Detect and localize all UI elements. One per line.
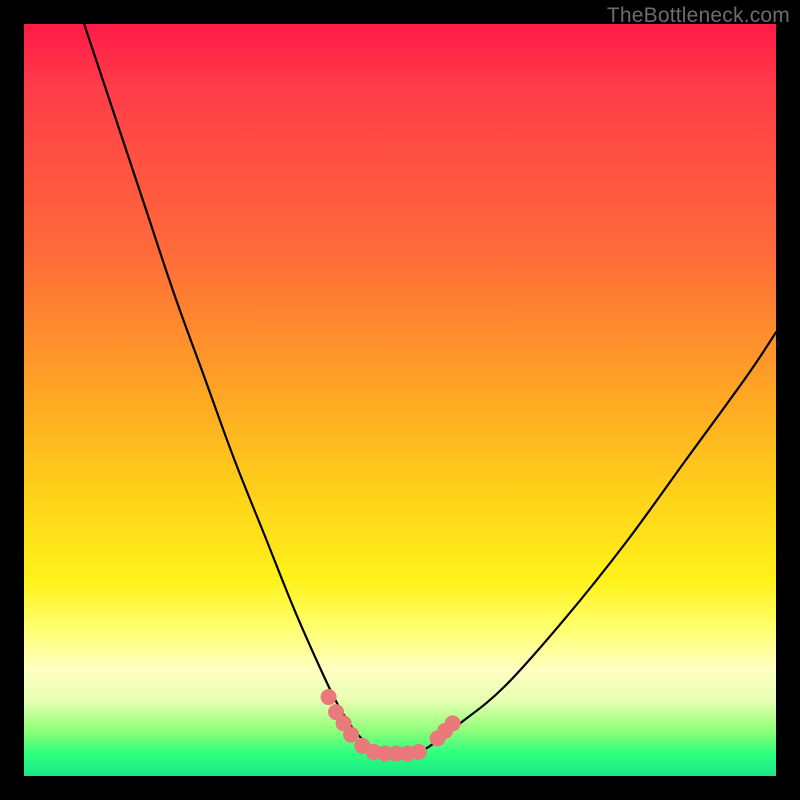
data-marker [445, 715, 461, 731]
chart-frame: TheBottleneck.com [0, 0, 800, 800]
bottleneck-curve [84, 24, 776, 754]
plot-area [24, 24, 776, 776]
curve-svg [24, 24, 776, 776]
data-marker [343, 727, 359, 743]
data-marker [321, 689, 337, 705]
data-marker [411, 744, 427, 760]
watermark: TheBottleneck.com [607, 4, 790, 28]
marker-group [321, 689, 461, 761]
